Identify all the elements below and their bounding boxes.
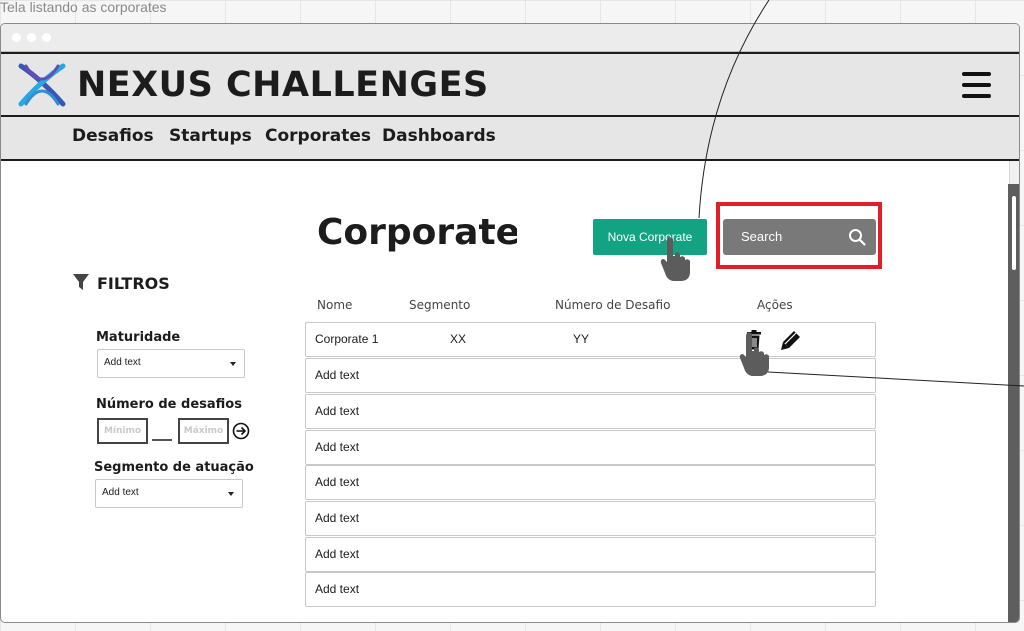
table-row[interactable]: Add text <box>305 430 876 465</box>
min-desafios-input[interactable]: Mínimo <box>97 418 148 444</box>
window-titlebar <box>1 24 1019 52</box>
browser-window: NEXUS CHALLENGES Desafios Startups Corpo… <box>0 23 1020 623</box>
row-nome: Add text <box>315 475 360 489</box>
row-nome: Add text <box>315 404 360 418</box>
segmento-value: Add text <box>102 487 139 498</box>
maturidade-select[interactable]: Add text <box>97 349 245 378</box>
row-nome: Corporate 1 <box>315 332 379 346</box>
scrollbar-thumb[interactable] <box>1008 184 1019 622</box>
column-header-acoes: Ações <box>757 298 793 312</box>
search-icon[interactable] <box>848 228 866 246</box>
table-row[interactable]: Add text <box>305 501 876 536</box>
nav-bar: Desafios Startups Corporates Dashboards <box>1 117 1019 161</box>
window-dot <box>42 33 51 42</box>
segmento-label: Segmento de atuação <box>94 460 254 475</box>
chevron-down-icon <box>230 362 236 366</box>
max-desafios-input[interactable]: Máximo <box>178 418 229 444</box>
canvas-caption: Tela listando as corporates <box>0 0 167 15</box>
maturidade-value: Add text <box>104 357 141 368</box>
hand-pointer-icon <box>660 237 690 281</box>
nav-item-startups[interactable]: Startups <box>169 126 252 146</box>
segmento-select[interactable]: Add text <box>95 479 243 508</box>
nav-item-desafios[interactable]: Desafios <box>72 126 154 146</box>
hand-pointer-icon <box>739 332 769 376</box>
search-placeholder: Search <box>741 229 783 244</box>
nexus-logo-icon[interactable] <box>16 62 68 108</box>
window-dot <box>27 33 36 42</box>
column-header-nome: Nome <box>317 298 353 312</box>
edit-pencil-icon[interactable] <box>780 329 802 351</box>
brand-title[interactable]: NEXUS CHALLENGES <box>77 62 489 108</box>
column-header-segmento: Segmento <box>409 298 471 312</box>
hamburger-menu-icon[interactable] <box>962 70 991 100</box>
table-row[interactable]: Add text <box>305 358 876 393</box>
row-segmento: XX <box>450 332 467 346</box>
row-nome: Add text <box>315 582 360 596</box>
search-input[interactable]: Search <box>723 219 876 255</box>
table-row[interactable]: Add text <box>305 537 876 572</box>
row-nome: Add text <box>315 547 360 561</box>
range-separator <box>152 439 172 441</box>
table-row[interactable]: Corporate 1 XX YY <box>305 322 876 357</box>
funnel-icon <box>73 274 89 290</box>
page-title: Corporates <box>317 212 517 253</box>
table-row[interactable]: Add text <box>305 572 876 607</box>
filters-title-label: FILTROS <box>97 274 170 293</box>
row-nome: Add text <box>315 440 360 454</box>
filters-title: FILTROS <box>73 274 170 293</box>
numero-desafios-label: Número de desafios <box>96 397 242 412</box>
nav-item-corporates[interactable]: Corporates <box>265 126 371 146</box>
arrow-right-circle-icon[interactable] <box>232 422 250 440</box>
row-nome: Add text <box>315 511 360 525</box>
table-row[interactable]: Add text <box>305 394 876 429</box>
column-header-desafios: Número de Desafio <box>555 298 671 312</box>
table-row[interactable]: Add text <box>305 465 876 500</box>
row-nome: Add text <box>315 368 360 382</box>
maturidade-label: Maturidade <box>96 330 181 345</box>
app-header: NEXUS CHALLENGES <box>1 52 1019 117</box>
chevron-down-icon <box>228 492 234 496</box>
nav-item-dashboards[interactable]: Dashboards <box>382 126 496 146</box>
row-desafios: YY <box>573 332 590 346</box>
window-dot <box>12 33 21 42</box>
